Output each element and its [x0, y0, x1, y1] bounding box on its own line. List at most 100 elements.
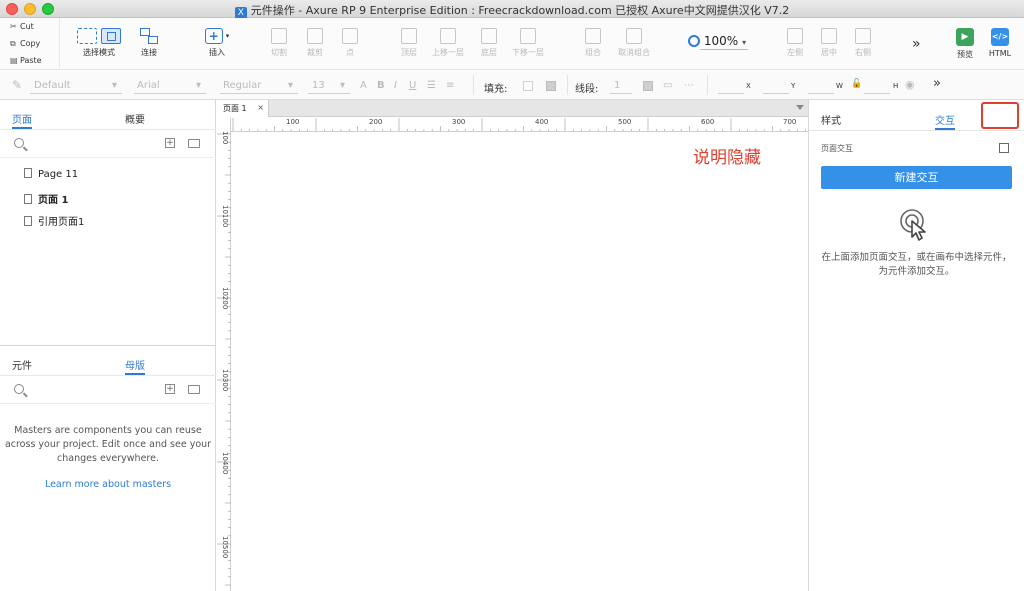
- y-label: Y: [791, 82, 796, 90]
- align-center-label: 居中: [821, 48, 837, 57]
- add-folder-icon[interactable]: [188, 385, 200, 394]
- masters-search-row: +: [0, 376, 216, 404]
- send-to-back-label: 底层: [481, 48, 497, 57]
- visibility-eye-icon[interactable]: ◉: [905, 78, 915, 91]
- select-mode-label: 选择模式: [83, 48, 115, 57]
- doc-tab[interactable]: 页面 1 ×: [217, 100, 269, 117]
- main-toolbar: ✂ Cut ⧉ Copy ▤ Paste 选择模式 连接 + ▾ 插入 切割 裁剪 点…: [0, 18, 1024, 70]
- font-chevron-down-icon: ▾: [196, 80, 202, 91]
- style-select[interactable]: Default: [34, 80, 71, 91]
- cut-tool-label: 切割: [271, 48, 287, 57]
- page-item-active[interactable]: 页面 1: [24, 191, 68, 206]
- list-icon[interactable]: ☰: [427, 80, 436, 91]
- select-mode-button[interactable]: 选择模式: [70, 28, 128, 58]
- tab-style[interactable]: 样式: [821, 112, 841, 127]
- tab-pages[interactable]: 页面: [12, 111, 32, 129]
- zoom-value: 100%: [703, 34, 739, 48]
- group-label: 组合: [585, 48, 601, 57]
- add-page-icon[interactable]: +: [165, 138, 175, 148]
- paste-icon: ▤: [10, 56, 18, 65]
- close-tab-icon[interactable]: ×: [257, 103, 264, 112]
- stroke-pattern-icon[interactable]: ⋯: [684, 80, 694, 91]
- group-button[interactable]: 组合: [580, 28, 606, 58]
- page-label: 引用页面1: [38, 217, 85, 228]
- zoom-control[interactable]: 100% ▾: [688, 34, 746, 48]
- send-to-back-button[interactable]: 底层: [476, 28, 502, 58]
- search-icon[interactable]: [14, 384, 24, 394]
- design-canvas[interactable]: [232, 133, 808, 591]
- title-bar: X 元件操作 - Axure RP 9 Enterprise Edition : …: [0, 0, 1024, 19]
- width-input[interactable]: [808, 93, 834, 94]
- stroke-width-input[interactable]: 1: [614, 80, 620, 91]
- text-color-icon[interactable]: A: [360, 80, 367, 91]
- height-input[interactable]: [864, 93, 890, 94]
- stroke-color-swatch[interactable]: [643, 81, 653, 91]
- tab-list-chevron-down-icon[interactable]: [796, 105, 804, 110]
- page-item[interactable]: 引用页面1: [24, 213, 84, 228]
- style-painter-icon[interactable]: ✎: [12, 78, 22, 92]
- doc-tab-label: 页面 1: [223, 104, 247, 113]
- align-right-button[interactable]: 右侧: [850, 28, 876, 58]
- bring-forward-button[interactable]: 上移一层: [430, 28, 466, 58]
- insert-button[interactable]: + ▾ 插入: [198, 28, 236, 58]
- cut-label: Cut: [20, 22, 34, 31]
- page-icon: [24, 216, 32, 226]
- collapse-panel-icon[interactable]: [999, 143, 1009, 153]
- tab-interactions[interactable]: 交互: [935, 112, 955, 130]
- align-text-icon[interactable]: ≡: [446, 80, 454, 91]
- align-center-button[interactable]: 居中: [816, 28, 842, 58]
- width-label: W: [836, 82, 843, 90]
- ruler-label: 400: [535, 118, 549, 126]
- tab-masters[interactable]: 母版: [125, 357, 145, 375]
- bold-icon[interactable]: B: [377, 80, 385, 91]
- add-folder-icon[interactable]: [188, 139, 200, 148]
- italic-icon[interactable]: I: [394, 80, 397, 91]
- lock-icon[interactable]: 🔓: [851, 79, 862, 89]
- point-button[interactable]: 点: [338, 28, 362, 58]
- stylebar-separator-3: [707, 75, 708, 95]
- font-weight-select[interactable]: Regular: [223, 80, 261, 91]
- html-publish-button[interactable]: </> HTML: [986, 28, 1014, 58]
- search-icon[interactable]: [14, 138, 24, 148]
- new-interaction-button[interactable]: 新建交互: [821, 166, 1012, 189]
- font-family-select[interactable]: Arial: [137, 80, 160, 91]
- ruler-label: 300: [452, 118, 466, 126]
- align-left-button[interactable]: 左侧: [782, 28, 808, 58]
- align-center-icon: [821, 28, 837, 44]
- tab-outline[interactable]: 概要: [125, 111, 145, 126]
- crop-label: 裁剪: [307, 48, 323, 57]
- interaction-hint: 在上面添加页面交互，或在画布中选择元件，为元件添加交互。: [821, 252, 1012, 277]
- stroke-style-icon[interactable]: ▭: [663, 80, 672, 91]
- style-chevron-down-icon: ▾: [112, 80, 118, 91]
- cut-button[interactable]: ✂ Cut: [10, 22, 34, 31]
- scissors-icon: ✂: [10, 22, 17, 31]
- underline-icon[interactable]: U: [409, 80, 416, 91]
- preview-label: 预览: [957, 50, 973, 59]
- copy-button[interactable]: ⧉ Copy: [10, 39, 40, 49]
- weight-chevron-down-icon: ▾: [288, 80, 294, 91]
- bring-to-front-icon: [401, 28, 417, 44]
- ruler-label-vertical: 10300: [221, 369, 229, 392]
- tab-widgets[interactable]: 元件: [12, 357, 32, 372]
- crop-button[interactable]: 裁剪: [302, 28, 328, 58]
- cut-tool-button[interactable]: 切割: [266, 28, 292, 58]
- y-input[interactable]: [763, 93, 789, 94]
- add-master-icon[interactable]: +: [165, 384, 175, 394]
- preview-button[interactable]: ▶ 预览: [953, 28, 977, 60]
- send-backward-button[interactable]: 下移一层: [510, 28, 546, 58]
- vertical-ruler: [217, 118, 231, 591]
- learn-masters-link[interactable]: Learn more about masters: [0, 479, 216, 490]
- fill-color-swatch[interactable]: [523, 81, 533, 91]
- paste-button[interactable]: ▤ Paste: [10, 56, 42, 65]
- connect-button[interactable]: 连接: [134, 28, 164, 58]
- stylebar-overflow-chevron-icon[interactable]: »: [933, 76, 941, 91]
- style-select-underline: [30, 93, 122, 94]
- fill-image-swatch[interactable]: [546, 81, 556, 91]
- toolbar-overflow-chevron-icon[interactable]: »: [912, 36, 920, 52]
- x-input[interactable]: [718, 93, 744, 94]
- font-size-select[interactable]: 13: [312, 80, 325, 91]
- ungroup-button[interactable]: 取消组合: [614, 28, 654, 58]
- plus-icon: +: [204, 28, 223, 44]
- page-item[interactable]: Page 11: [24, 168, 78, 180]
- bring-to-front-button[interactable]: 顶层: [396, 28, 422, 58]
